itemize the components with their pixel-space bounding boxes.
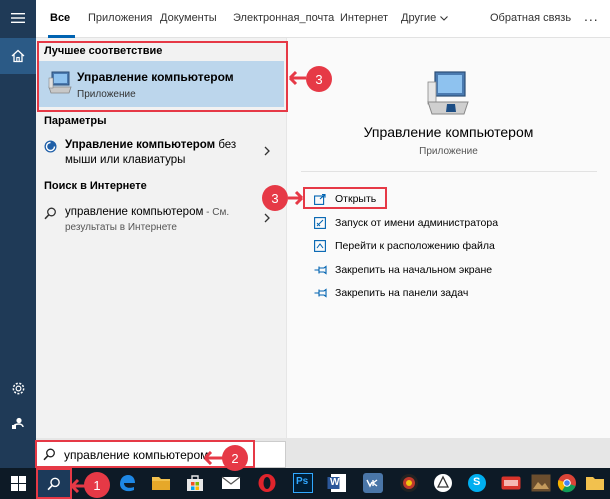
tab-more[interactable]: Другие	[401, 12, 449, 24]
tab-documents[interactable]: Документы	[160, 12, 217, 24]
tab-all[interactable]: Все	[50, 12, 70, 24]
chrome-icon	[557, 474, 576, 493]
sketch-tool-icon	[434, 474, 452, 492]
chevron-down-icon	[440, 15, 449, 21]
hamburger-menu-button[interactable]	[0, 0, 36, 36]
annotation-best-match-box	[37, 41, 288, 112]
annotation-badge-3: 3	[306, 66, 332, 92]
detail-title: Управление компьютером	[363, 124, 534, 140]
tab-web[interactable]: Интернет	[340, 12, 388, 24]
action-run-as-admin-label: Запуск от имени администратора	[335, 217, 499, 229]
user-feedback-icon	[12, 417, 24, 430]
action-pin-taskbar-label: Закрепить на панели задач	[335, 287, 469, 299]
action-run-as-admin[interactable]: Запуск от имени администратора	[313, 214, 498, 232]
annotation-badge-3: 3	[262, 185, 288, 211]
annotation-open-box	[303, 187, 387, 209]
home-icon	[11, 49, 25, 63]
start-button[interactable]	[0, 468, 36, 499]
skype-label: S	[473, 476, 481, 488]
ease-of-access-icon	[44, 140, 57, 153]
web-result-query: управление компьютером	[65, 206, 204, 218]
action-pin-start-label: Закрепить на начальном экране	[335, 264, 493, 276]
file-explorer-icon	[152, 477, 170, 490]
opera-icon	[258, 474, 276, 492]
chevron-right-icon[interactable]	[264, 213, 270, 223]
taskbar-app-opera[interactable]	[256, 472, 278, 494]
ftp-client-icon	[501, 476, 521, 490]
annotation-arrow-left	[288, 70, 306, 86]
annotation-badge-2: 2	[222, 445, 248, 471]
settings-button[interactable]	[0, 370, 36, 406]
chevron-right-icon[interactable]	[264, 146, 270, 156]
folder-icon	[586, 477, 604, 490]
annotation-badge-1: 1	[84, 472, 110, 498]
taskbar-app-vk[interactable]	[362, 472, 384, 494]
taskbar-app-explorer[interactable]	[150, 472, 172, 494]
action-open-file-location-label: Перейти к расположению файла	[335, 240, 495, 252]
taskbar-app-edge[interactable]	[116, 472, 138, 494]
gear-icon	[12, 382, 24, 394]
annotation-search-button-box	[36, 468, 72, 499]
more-options-button[interactable]: ...	[584, 8, 599, 24]
settings-heading: Параметры	[44, 115, 107, 127]
pin-icon	[313, 286, 327, 300]
filter-tabs: Все Приложения Документы Электронная_поч…	[36, 0, 610, 38]
search-icon	[44, 207, 56, 220]
taskbar-app-photoshop[interactable]: Ps	[292, 472, 314, 494]
edge-icon	[120, 475, 135, 492]
store-icon	[187, 475, 203, 491]
settings-result-item[interactable]: Управление компьютером без мыши или клав…	[36, 138, 286, 170]
taskbar-app-skype[interactable]: S	[466, 472, 488, 494]
file-location-icon	[313, 239, 327, 253]
left-rail	[0, 0, 36, 468]
web-search-heading: Поиск в Интернете	[44, 180, 147, 192]
taskbar-app-sketch[interactable]	[432, 472, 454, 494]
settings-result-bold: Управление компьютером	[65, 139, 216, 151]
pin-icon	[313, 263, 327, 277]
settings-result-text: Управление компьютером без мыши или клав…	[65, 138, 265, 168]
computer-management-large-icon	[427, 71, 469, 115]
tab-more-label: Другие	[401, 12, 437, 24]
tab-apps[interactable]: Приложения	[88, 12, 152, 24]
vk-icon	[363, 473, 383, 493]
home-button[interactable]	[0, 38, 36, 74]
web-result-text: управление компьютером - См. результаты …	[65, 205, 265, 235]
action-pin-taskbar[interactable]: Закрепить на панели задач	[313, 284, 468, 302]
antivirus-icon	[400, 474, 418, 492]
windows-logo-icon	[10, 476, 26, 491]
action-open-file-location[interactable]: Перейти к расположению файла	[313, 237, 495, 255]
taskbar-app-folder[interactable]	[584, 472, 606, 494]
web-result-item[interactable]: управление компьютером - См. результаты …	[36, 205, 286, 237]
feedback-link[interactable]: Обратная связь	[490, 12, 571, 24]
taskbar-app-store[interactable]	[184, 472, 206, 494]
annotation-arrow-right	[288, 190, 304, 206]
admin-shield-icon	[313, 216, 327, 230]
mail-icon	[221, 476, 241, 489]
image-viewer-icon	[531, 474, 551, 492]
feedback-hub-button[interactable]	[0, 405, 36, 441]
taskbar-app-mail[interactable]	[220, 472, 242, 494]
photoshop-label: Ps	[296, 476, 309, 487]
action-pin-start[interactable]: Закрепить на начальном экране	[313, 261, 492, 279]
word-label: W	[330, 477, 340, 488]
detail-separator	[301, 171, 597, 172]
detail-subtitle: Приложение	[419, 146, 478, 157]
taskbar-app-antivirus[interactable]	[398, 472, 420, 494]
detail-pane: Управление компьютером Приложение Открыт…	[287, 38, 610, 438]
taskbar-app-chrome[interactable]	[556, 472, 578, 494]
tab-email[interactable]: Электронная_почта	[233, 12, 334, 24]
taskbar-app-ftp[interactable]	[500, 472, 522, 494]
taskbar-app-image-viewer[interactable]	[530, 472, 552, 494]
taskbar-app-word[interactable]: W	[326, 472, 348, 494]
hamburger-icon	[11, 13, 25, 23]
